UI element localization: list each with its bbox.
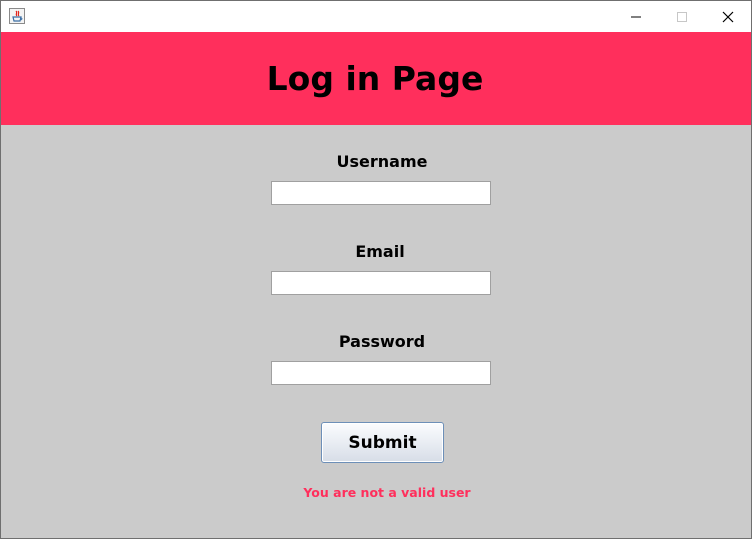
login-window: Log in Page Username Email Password Subm…: [0, 0, 752, 539]
error-message: You are not a valid user: [303, 485, 471, 500]
password-field[interactable]: [271, 361, 491, 385]
email-label: Email: [355, 242, 405, 261]
java-icon[interactable]: [9, 8, 25, 24]
page-title: Log in Page: [266, 59, 484, 98]
minimize-button[interactable]: [613, 1, 659, 32]
maximize-icon: [677, 12, 687, 22]
close-icon: [722, 11, 734, 23]
email-field[interactable]: [271, 271, 491, 295]
username-field[interactable]: [271, 181, 491, 205]
username-label: Username: [336, 152, 428, 171]
submit-button[interactable]: Submit: [321, 422, 444, 463]
title-bar[interactable]: [1, 1, 751, 32]
password-label: Password: [338, 332, 426, 351]
maximize-button[interactable]: [659, 1, 705, 32]
close-button[interactable]: [705, 1, 751, 32]
header-banner: Log in Page: [1, 32, 751, 125]
minimize-icon: [631, 16, 641, 18]
